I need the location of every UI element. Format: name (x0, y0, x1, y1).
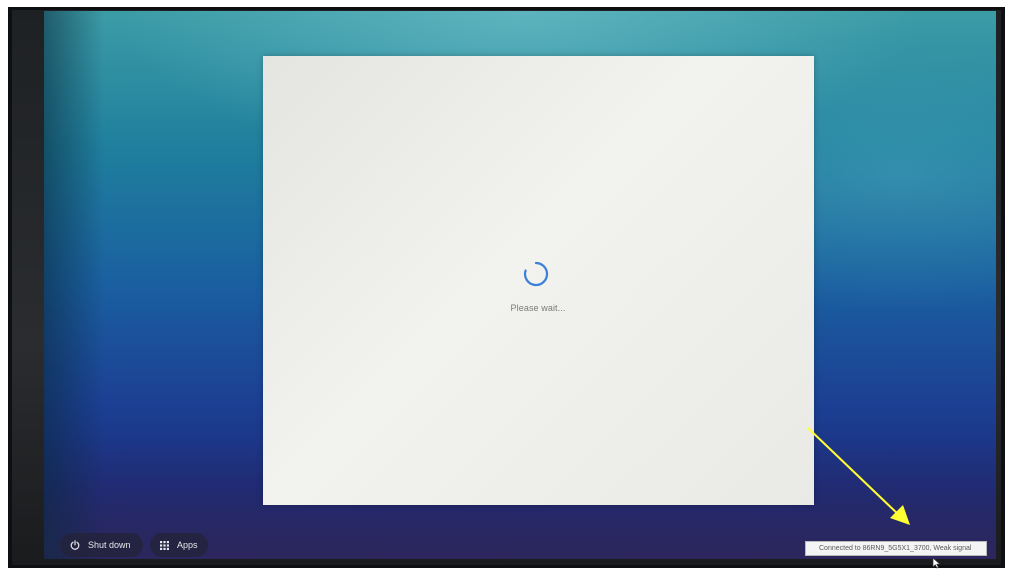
network-status-tooltip: Connected to 86RN9_5G5X1_3700, Weak sign… (805, 541, 987, 556)
please-wait-dialog: Please wait... (263, 56, 814, 505)
screen-edge-shadow (44, 11, 104, 559)
loading-spinner-icon (523, 261, 549, 287)
shut-down-label: Shut down (88, 540, 131, 550)
apps-label: Apps (177, 540, 198, 550)
power-icon (70, 540, 80, 550)
apps-button[interactable]: Apps (150, 533, 208, 557)
shut-down-button[interactable]: Shut down (60, 533, 143, 557)
grid-icon (160, 540, 169, 550)
please-wait-text: Please wait... (510, 303, 566, 313)
mouse-cursor-icon (932, 557, 941, 569)
yellow-annotation-arrow-icon (807, 427, 910, 525)
